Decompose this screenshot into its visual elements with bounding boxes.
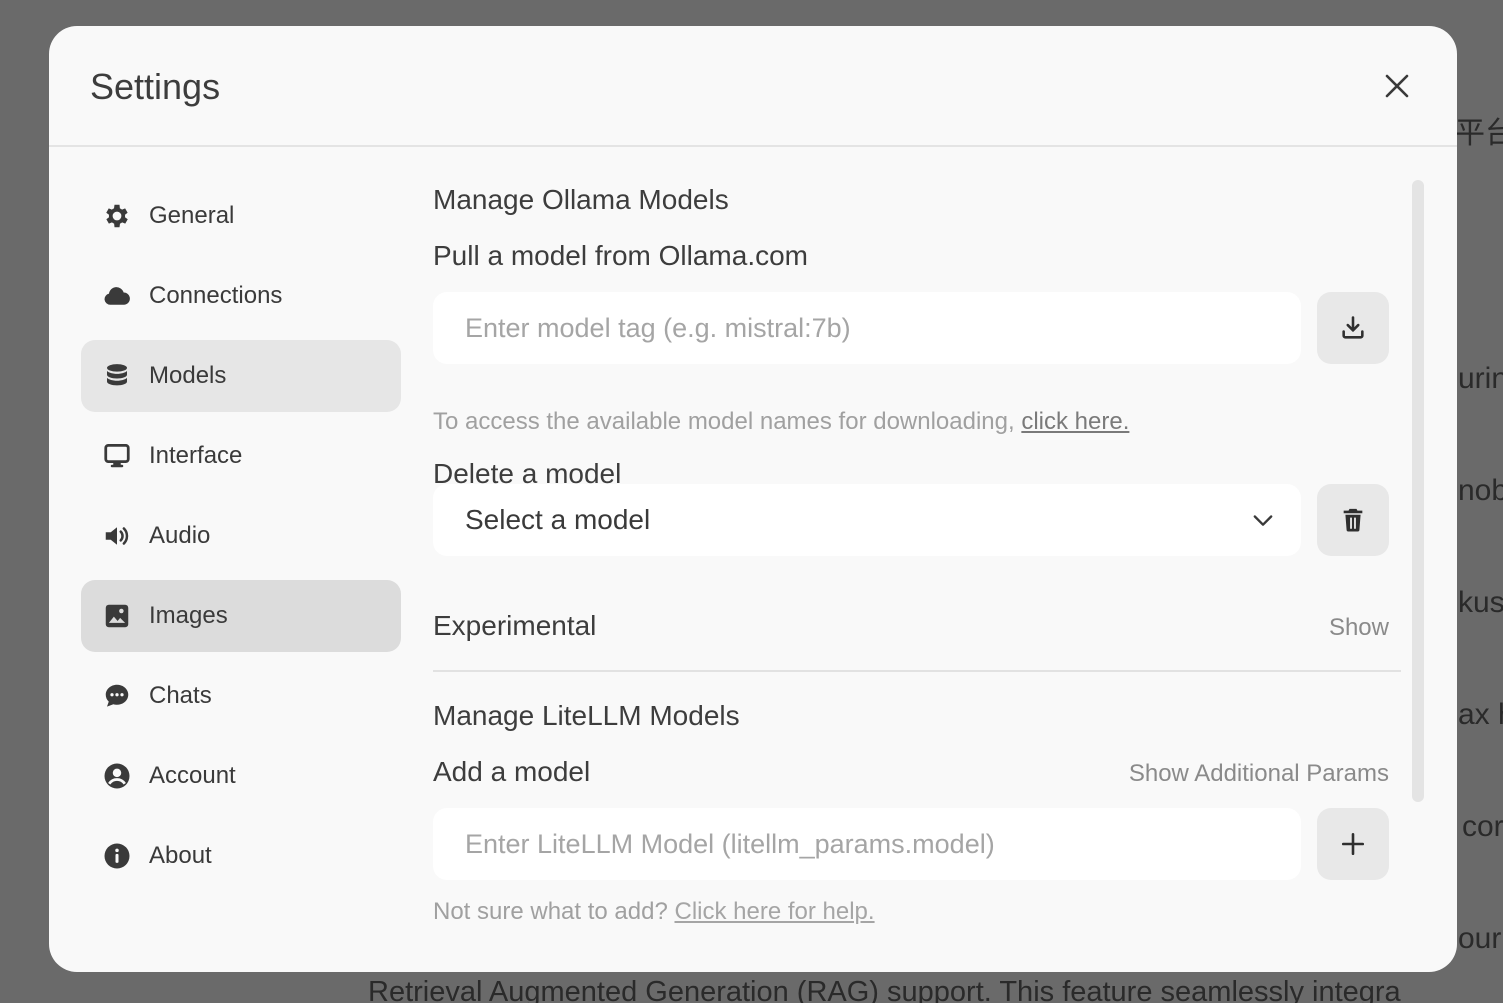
pull-hint-text: To access the available model names for … (433, 408, 1015, 435)
sidebar-item-label: Models (149, 362, 227, 389)
plus-icon (1341, 832, 1365, 856)
background-text-fragment: cor (1462, 810, 1503, 843)
sidebar-item-label: General (149, 202, 235, 229)
litellm-model-input[interactable] (433, 808, 1301, 880)
litellm-section-title: Manage LiteLLM Models (433, 700, 740, 731)
sidebar-item-interface[interactable]: Interface (81, 420, 401, 492)
gear-icon (101, 200, 133, 232)
download-icon (1342, 316, 1364, 339)
sidebar-item-label: About (149, 842, 212, 869)
database-icon (101, 360, 133, 392)
modal-header: Settings (49, 26, 1457, 147)
cloud-icon (101, 280, 133, 312)
trash-icon (1343, 508, 1363, 532)
sidebar-item-connections[interactable]: Connections (81, 260, 401, 332)
experimental-label: Experimental (433, 610, 597, 641)
sidebar-item-label: Account (149, 762, 236, 789)
pull-model-button[interactable] (1317, 292, 1389, 364)
background-bottom-text: Retrieval Augmented Generation (RAG) sup… (368, 976, 1401, 1003)
background-text-fragment: 平台 (1455, 117, 1503, 150)
speaker-icon (101, 520, 133, 552)
sidebar-item-chats[interactable]: Chats (81, 660, 401, 732)
sidebar-item-account[interactable]: Account (81, 740, 401, 812)
close-button[interactable] (1381, 70, 1413, 102)
ollama-section-title: Manage Ollama Models (433, 184, 729, 215)
background-text-fragment: urin (1458, 362, 1503, 395)
settings-sidebar: General Connections Models Interface Aud… (81, 180, 401, 900)
delete-model-button[interactable] (1317, 484, 1389, 556)
sidebar-item-label: Interface (149, 442, 243, 469)
add-model-hint: Not sure what to add? Click here for hel… (433, 898, 875, 926)
close-icon (1385, 74, 1409, 98)
sidebar-item-audio[interactable]: Audio (81, 500, 401, 572)
settings-modal: Settings General Connections Models Inte… (49, 26, 1457, 972)
show-additional-params-toggle[interactable]: Show Additional Params (1129, 760, 1389, 788)
experimental-show-toggle[interactable]: Show (1329, 614, 1389, 642)
model-tag-input[interactable] (433, 292, 1301, 364)
pull-model-title: Pull a model from Ollama.com (433, 240, 809, 271)
sidebar-item-label: Connections (149, 282, 283, 309)
sidebar-item-models[interactable]: Models (81, 340, 401, 412)
background-text-fragment: ax h (1458, 698, 1503, 731)
sidebar-item-label: Audio (149, 522, 211, 549)
litellm-help-link[interactable]: Click here for help. (674, 898, 874, 925)
ollama-library-link[interactable]: click here. (1021, 408, 1129, 435)
modal-title: Settings (90, 66, 221, 107)
chat-bubble-icon (101, 680, 133, 712)
pull-model-hint: To access the available model names for … (433, 408, 1129, 436)
monitor-icon (101, 440, 133, 472)
sidebar-item-label: Images (149, 602, 228, 629)
info-icon (101, 840, 133, 872)
sidebar-item-images[interactable]: Images (81, 580, 401, 652)
section-divider (433, 670, 1401, 672)
sidebar-item-label: Chats (149, 682, 212, 709)
background-text-fragment: our (1458, 922, 1502, 955)
sidebar-item-general[interactable]: General (81, 180, 401, 252)
content-scrollbar[interactable] (1412, 180, 1424, 802)
delete-model-select[interactable]: Select a model (433, 484, 1301, 556)
sidebar-item-about[interactable]: About (81, 820, 401, 892)
add-model-button[interactable] (1317, 808, 1389, 880)
chevron-down-icon (1253, 515, 1273, 526)
delete-model-select-value: Select a model (465, 504, 651, 535)
add-hint-text: Not sure what to add? (433, 898, 668, 925)
add-model-title: Add a model (433, 756, 591, 787)
image-icon (101, 600, 133, 632)
background-text-fragment: nobi (1458, 474, 1503, 507)
user-circle-icon (101, 760, 133, 792)
background-text-fragment: kus (1458, 586, 1503, 619)
